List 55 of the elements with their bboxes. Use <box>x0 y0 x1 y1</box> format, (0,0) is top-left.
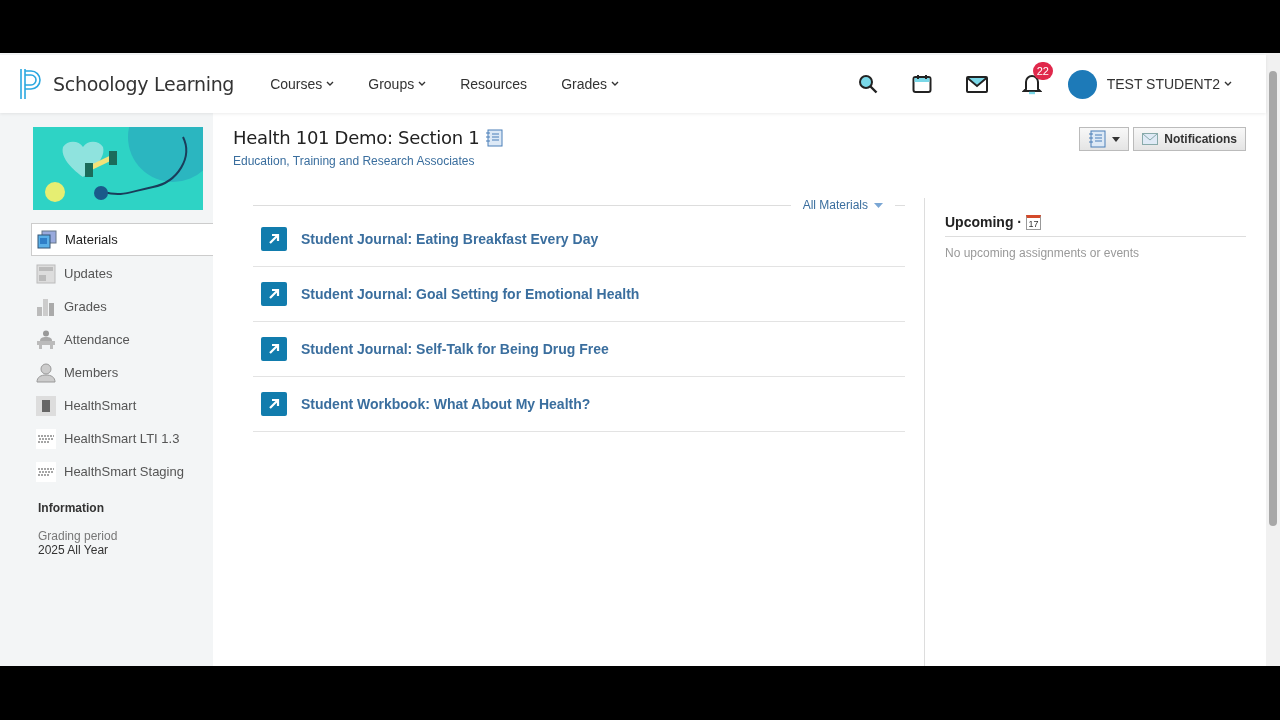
mail-icon[interactable] <box>965 75 988 93</box>
notifications-button[interactable]: Notifications <box>1133 127 1246 151</box>
sidebar-item[interactable]: Updates <box>31 258 213 289</box>
section-heading: Upcoming · <box>945 214 1022 230</box>
nav-link[interactable]: Resources <box>460 76 528 92</box>
scrollbar-thumb[interactable] <box>1269 71 1277 526</box>
calendar-icon[interactable] <box>911 74 932 94</box>
envelope-icon <box>1142 133 1159 145</box>
sidebar-item[interactable]: Materials <box>31 223 213 256</box>
filter-dropdown[interactable]: All Materials <box>790 198 895 212</box>
course-title: Health 101 Demo: Section 1 <box>233 127 480 148</box>
logo-icon <box>19 68 43 100</box>
materials-icon <box>37 229 57 250</box>
brand-name[interactable]: Schoology Learning <box>53 73 235 95</box>
bar-chart-icon <box>36 296 56 317</box>
user-menu[interactable]: TEST STUDENT2 <box>1106 76 1232 92</box>
chevron-down-icon <box>1224 81 1232 87</box>
material-link[interactable]: Student Journal: Self-Talk for Being Drug Free <box>301 341 609 357</box>
sidebar-item[interactable]: Grades <box>31 291 213 322</box>
notebook-icon <box>1088 130 1107 148</box>
avatar[interactable] <box>1067 69 1097 99</box>
course-subtitle: Education, Training and Research Associates <box>233 154 476 168</box>
person-at-desk-icon <box>36 329 56 350</box>
sidebar-item[interactable]: Attendance <box>31 324 213 355</box>
logo-icon <box>36 461 56 482</box>
calendar-icon: 17 <box>1026 214 1041 230</box>
logo-icon <box>36 428 56 449</box>
caret-icon <box>1112 136 1121 142</box>
material-link[interactable]: Student Workbook: What About My Health? <box>301 396 591 412</box>
nav-link[interactable]: Courses <box>270 76 335 92</box>
field-value: 2025 All Year <box>38 543 110 557</box>
nav-link[interactable]: Groups <box>368 76 427 92</box>
sidebar-item[interactable]: HealthSmart <box>31 390 213 421</box>
field-label: Grading period <box>38 529 119 543</box>
bell-icon[interactable] <box>1021 73 1042 95</box>
search-icon[interactable] <box>857 74 878 94</box>
material-link[interactable]: Student Journal: Eating Breakfast Every Day <box>301 231 599 247</box>
caret-icon <box>874 202 883 208</box>
person-icon <box>36 362 56 383</box>
updates-icon <box>36 263 56 284</box>
course-options-button[interactable] <box>1079 127 1130 151</box>
nav-link[interactable]: Grades <box>561 76 620 92</box>
app-icon <box>36 395 56 416</box>
sidebar-item[interactable]: Members <box>31 357 213 388</box>
sidebar-item[interactable]: HealthSmart LTI 1.3 <box>31 423 213 454</box>
material-link[interactable]: Student Journal: Goal Setting for Emotional Health <box>301 286 640 302</box>
section-heading: Information <box>38 501 105 515</box>
notification-badge: 22 <box>1032 62 1053 80</box>
notebook-icon <box>485 128 504 147</box>
external-link-icon <box>261 227 287 251</box>
empty-message: No upcoming assignments or events <box>945 246 1141 260</box>
sidebar-item[interactable]: HealthSmart Staging <box>31 456 213 487</box>
external-link-icon <box>261 337 287 361</box>
external-link-icon <box>261 282 287 306</box>
external-link-icon <box>261 392 287 416</box>
